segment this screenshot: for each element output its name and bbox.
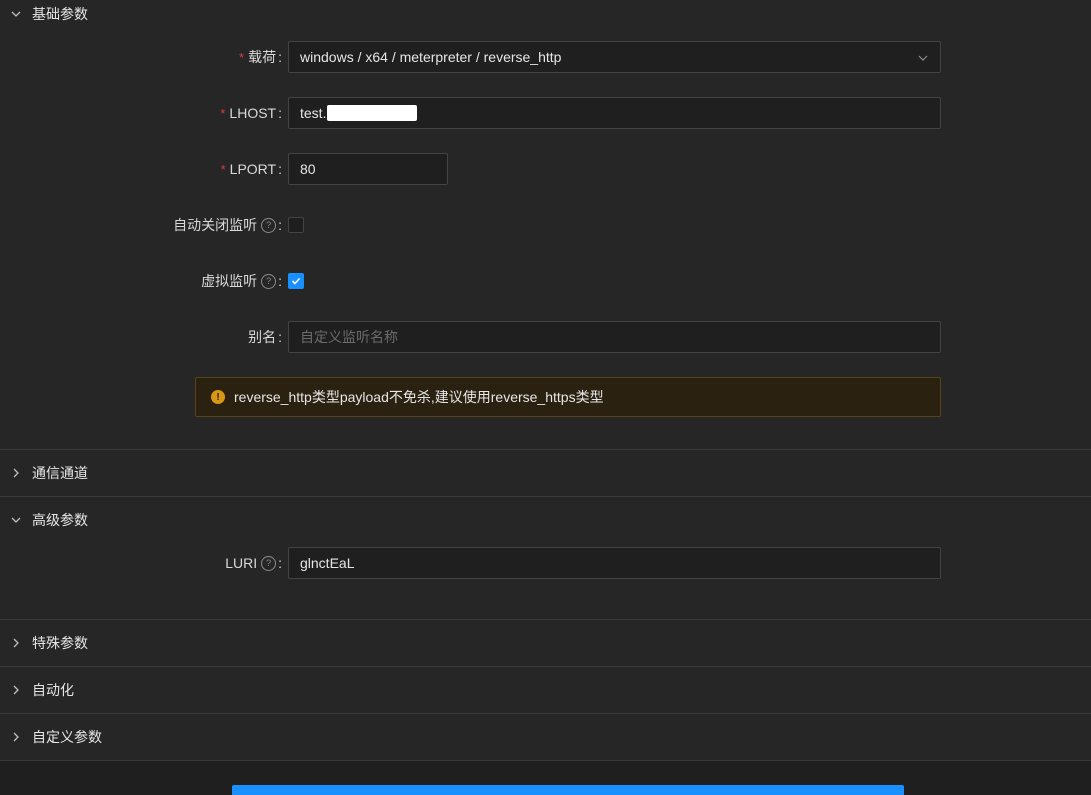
exclamation-circle-icon: ! (211, 390, 225, 404)
question-circle-icon[interactable]: ? (261, 273, 277, 289)
form-row-auto-close: 自动关闭监听 ?: (0, 209, 1091, 241)
lhost-label: * LHOST: (220, 105, 282, 121)
chevron-down-icon (0, 497, 32, 543)
required-mark: * (220, 161, 226, 177)
chevron-right-icon (0, 620, 32, 666)
panel-title: 特殊参数 (32, 635, 88, 651)
virtual-checkbox[interactable] (288, 273, 304, 289)
warning-alert: ! reverse_http类型payload不免杀,建议使用reverse_h… (195, 377, 941, 417)
panel-title: 自动化 (32, 682, 74, 698)
form-row-alias: 别名: 自定义监听名称 (0, 321, 1091, 353)
panel-advanced-params: 高级参数 LURI ?: glnctEaL (0, 497, 1091, 620)
panel-automation: 自动化 (0, 667, 1091, 714)
luri-label: LURI ?: (225, 555, 282, 571)
panel-header-special-params[interactable]: 特殊参数 (0, 620, 1091, 666)
panel-header-channel[interactable]: 通信通道 (0, 450, 1091, 496)
chevron-down-icon (918, 55, 928, 61)
lport-label: * LPORT: (220, 161, 282, 177)
lport-input[interactable]: 80 (288, 153, 448, 185)
question-circle-icon[interactable]: ? (261, 217, 277, 233)
alias-label: 别名: (248, 329, 282, 345)
required-mark: * (220, 105, 226, 121)
redacted-block (327, 105, 418, 121)
chevron-right-icon (0, 667, 32, 713)
panel-header-basic-params[interactable]: 基础参数 (0, 0, 1091, 28)
form-row-luri: LURI ?: glnctEaL (0, 547, 1091, 579)
payload-select[interactable]: windows / x64 / meterpreter / reverse_ht… (288, 41, 941, 73)
check-icon (291, 277, 301, 285)
panel-header-automation[interactable]: 自动化 (0, 667, 1091, 713)
panel-custom-params: 自定义参数 (0, 714, 1091, 761)
form-row-lhost: * LHOST: test. (0, 97, 1091, 129)
question-circle-icon[interactable]: ? (261, 555, 277, 571)
listener-config-form: 基础参数 * 载荷: windows / x64 / meterpreter /… (0, 0, 1091, 795)
required-mark: * (239, 49, 245, 65)
panel-header-advanced-params[interactable]: 高级参数 (0, 497, 1091, 543)
panel-title: 基础参数 (32, 6, 88, 22)
panel-basic-params: 基础参数 * 载荷: windows / x64 / meterpreter /… (0, 0, 1091, 450)
form-row-lport: * LPORT: 80 (0, 153, 1091, 185)
chevron-right-icon (0, 714, 32, 760)
panel-channel: 通信通道 (0, 450, 1091, 497)
panel-title: 高级参数 (32, 512, 88, 528)
panel-header-custom-params[interactable]: 自定义参数 (0, 714, 1091, 760)
auto-close-label: 自动关闭监听 ?: (173, 217, 282, 233)
virtual-label: 虚拟监听 ?: (201, 273, 282, 289)
panel-title: 通信通道 (32, 465, 88, 481)
panel-title: 自定义参数 (32, 729, 102, 745)
panel-special-params: 特殊参数 (0, 620, 1091, 667)
lhost-input[interactable]: test. (288, 97, 941, 129)
alias-input[interactable]: 自定义监听名称 (288, 321, 941, 353)
form-row-virtual: 虚拟监听 ?: (0, 265, 1091, 297)
luri-input[interactable]: glnctEaL (288, 547, 941, 579)
form-row-payload: * 载荷: windows / x64 / meterpreter / reve… (0, 41, 1091, 73)
chevron-down-icon (0, 0, 32, 28)
auto-close-checkbox[interactable] (288, 217, 304, 233)
chevron-right-icon (0, 450, 32, 496)
payload-label: * 载荷: (239, 49, 282, 65)
submit-button[interactable] (232, 785, 904, 795)
